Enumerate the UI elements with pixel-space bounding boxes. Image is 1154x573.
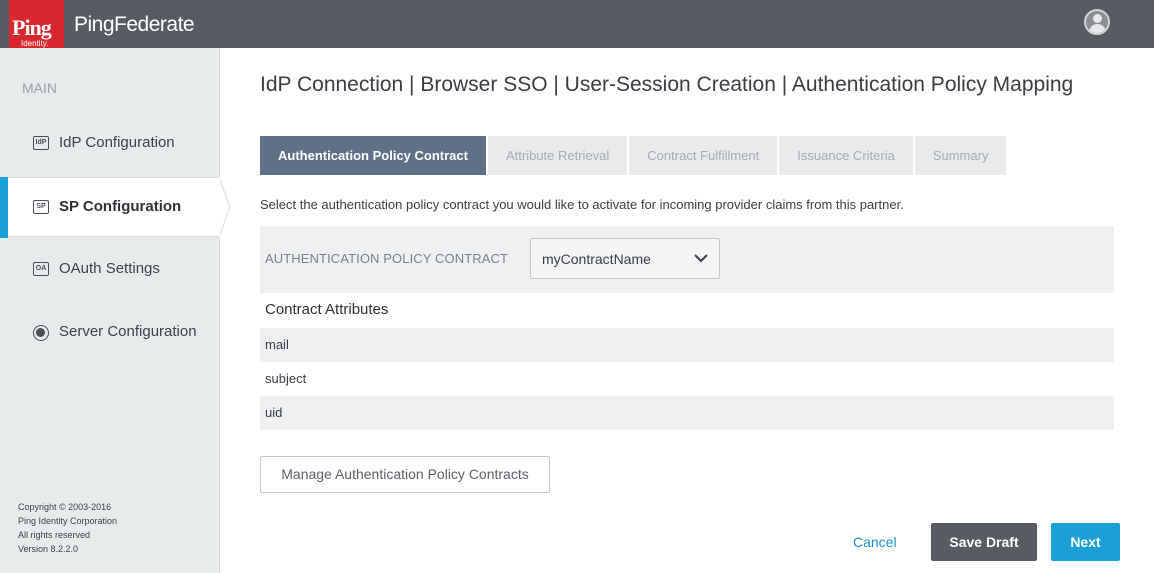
sp-icon: SP <box>33 200 49 214</box>
product-name: PingFederate <box>74 13 195 36</box>
tab-summary[interactable]: Summary <box>914 136 1007 175</box>
top-header: Ping Identity. PingFederate <box>0 0 1154 51</box>
cancel-link[interactable]: Cancel <box>853 534 897 550</box>
contract-select[interactable]: myContractName <box>530 238 720 279</box>
copyright-line: Copyright © 2003-2016 <box>18 502 112 512</box>
attribute-row: uid <box>260 396 1114 430</box>
server-icon <box>33 325 49 341</box>
instruction-text: Select the authentication policy contrac… <box>260 197 904 212</box>
sidebar-item-idp-configuration[interactable]: IdP IdP Configuration <box>0 114 220 174</box>
chevron-down-icon <box>694 254 708 263</box>
sidebar-section-label: MAIN <box>22 80 57 96</box>
page-title: IdP Connection | Browser SSO | User-Sess… <box>260 73 1074 96</box>
logo-sub-text: Identity. <box>21 39 49 48</box>
user-avatar-icon[interactable] <box>1084 9 1110 35</box>
sidebar-item-label: IdP Configuration <box>59 134 175 151</box>
contract-attributes-heading: Contract Attributes <box>265 301 389 318</box>
save-draft-button[interactable]: Save Draft <box>931 523 1037 561</box>
next-button[interactable]: Next <box>1051 523 1120 561</box>
active-item-pointer <box>219 177 231 237</box>
copyright-text: Copyright © 2003-2016 Ping Identity Corp… <box>18 500 117 556</box>
ping-identity-logo: Ping Identity. <box>9 0 64 51</box>
sidebar-item-sp-configuration[interactable]: SP SP Configuration <box>0 177 220 238</box>
contract-field-label: AUTHENTICATION POLICY CONTRACT <box>265 251 509 266</box>
active-indicator <box>0 177 8 238</box>
tab-authentication-policy-contract[interactable]: Authentication Policy Contract <box>260 136 486 175</box>
tab-issuance-criteria[interactable]: Issuance Criteria <box>779 136 913 175</box>
sidebar-item-label: Server Configuration <box>59 323 197 340</box>
manage-contracts-button[interactable]: Manage Authentication Policy Contracts <box>260 456 550 493</box>
version-text: Version 8.2.2.0 <box>18 544 79 554</box>
attribute-name: subject <box>265 371 307 386</box>
tab-attribute-retrieval[interactable]: Attribute Retrieval <box>487 136 628 175</box>
wizard-tabs: Authentication Policy Contract Attribute… <box>260 136 1008 175</box>
attribute-name: mail <box>265 337 289 352</box>
sidebar: MAIN IdP IdP Configuration SP SP Configu… <box>0 48 220 573</box>
attribute-name: uid <box>265 405 283 420</box>
logo-brand-text: Ping <box>12 15 52 40</box>
attribute-row: subject <box>260 362 1114 396</box>
sidebar-item-oauth-settings[interactable]: OA OAuth Settings <box>0 240 220 300</box>
attribute-row: mail <box>260 328 1114 362</box>
sidebar-item-server-configuration[interactable]: Server Configuration <box>0 303 220 363</box>
copyright-line: Ping Identity Corporation <box>18 516 118 526</box>
idp-icon: IdP <box>33 136 49 150</box>
contract-select-row: AUTHENTICATION POLICY CONTRACT myContrac… <box>260 226 1114 293</box>
copyright-line: All rights reserved <box>18 530 91 540</box>
sidebar-item-label: SP Configuration <box>59 198 182 215</box>
tab-contract-fulfillment[interactable]: Contract Fulfillment <box>629 136 778 175</box>
oa-icon: OA <box>33 262 49 276</box>
sidebar-item-label: OAuth Settings <box>59 260 160 277</box>
contract-select-value: myContractName <box>542 251 651 267</box>
